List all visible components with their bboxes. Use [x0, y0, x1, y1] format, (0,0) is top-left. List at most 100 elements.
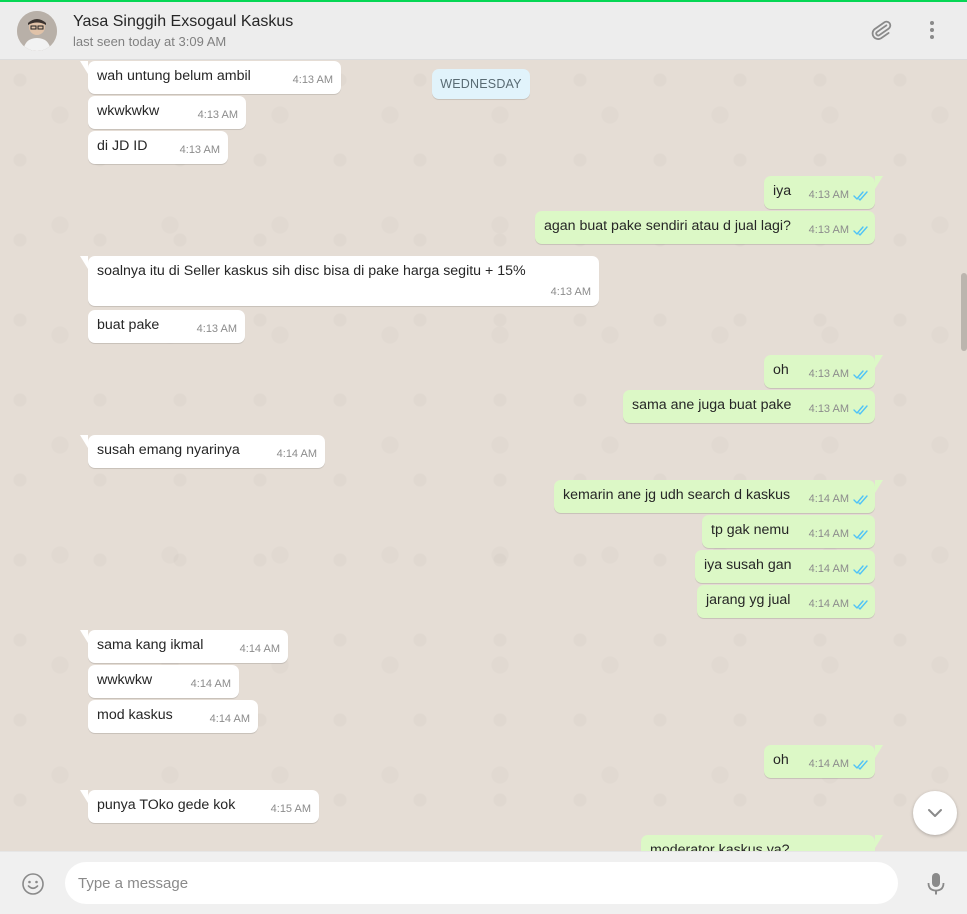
- double-check-icon: [853, 529, 869, 540]
- outgoing-message[interactable]: moderator kaskus ya?: [641, 835, 883, 851]
- message-text: soalnya itu di Seller kaskus sih disc bi…: [97, 263, 526, 279]
- message-time: 4:14 AM: [808, 493, 849, 505]
- message-text: iya susah gan: [704, 557, 792, 573]
- message-time: 4:13 AM: [808, 189, 849, 201]
- message-time: 4:15 AM: [270, 803, 311, 815]
- message-text: wah untung belum ambil: [97, 68, 251, 84]
- double-check-icon: [853, 564, 869, 575]
- double-check-icon: [853, 759, 869, 770]
- message-meta: 4:13 AM: [809, 365, 869, 384]
- message-text: sama ane juga buat pake: [632, 397, 792, 413]
- message-text: wkwkwkw: [97, 103, 160, 119]
- outgoing-message[interactable]: iya susah gan 4:14 AM: [695, 550, 875, 583]
- incoming-message[interactable]: punya TOko gede kok 4:15 AM: [80, 790, 319, 823]
- avatar[interactable]: [17, 11, 57, 51]
- incoming-message[interactable]: wwkwkw 4:14 AM: [88, 665, 239, 698]
- message-time: 4:14 AM: [808, 528, 849, 540]
- bubble-tail: [80, 435, 88, 448]
- message-text: susah emang nyarinya: [97, 442, 240, 458]
- scroll-to-bottom-button[interactable]: [913, 791, 957, 835]
- outgoing-message[interactable]: sama ane juga buat pake 4:13 AM: [623, 390, 875, 423]
- message-time: 4:14 AM: [808, 563, 849, 575]
- outgoing-message[interactable]: iya 4:13 AM: [764, 176, 883, 209]
- message-meta: 4:15 AM: [271, 800, 311, 819]
- message-time: 4:13 AM: [196, 323, 237, 335]
- bubble-tail: [875, 835, 883, 848]
- incoming-message[interactable]: wah untung belum ambil 4:13 AM: [80, 61, 341, 94]
- message-meta: 4:13 AM: [809, 221, 869, 240]
- message-text: di JD ID: [97, 138, 148, 154]
- bubble-tail: [875, 176, 883, 189]
- bubble-tail: [80, 61, 88, 74]
- message-meta: 4:14 AM: [210, 710, 250, 729]
- bubble-tail: [80, 630, 88, 643]
- double-check-icon: [853, 225, 869, 236]
- double-check-icon: [853, 190, 869, 201]
- contact-name[interactable]: Yasa Singgih Exsogaul Kaskus: [73, 13, 293, 31]
- message-meta: 4:14 AM: [809, 525, 869, 544]
- scrollbar[interactable]: [961, 273, 967, 351]
- menu-dots-icon[interactable]: [920, 18, 944, 42]
- outgoing-message[interactable]: oh 4:14 AM: [764, 745, 883, 778]
- incoming-message[interactable]: mod kaskus 4:14 AM: [88, 700, 258, 733]
- message-text: moderator kaskus ya?: [650, 842, 790, 851]
- message-time: 4:14 AM: [190, 678, 231, 690]
- message-meta: 4:13 AM: [809, 186, 869, 205]
- message-text: buat pake: [97, 317, 160, 333]
- microphone-icon[interactable]: [924, 871, 948, 897]
- outgoing-message[interactable]: tp gak nemu 4:14 AM: [702, 515, 875, 548]
- message-list[interactable]: WEDNESDAY wah untung belum ambil 4:13 AM w…: [0, 60, 967, 851]
- message-meta: 4:13 AM: [293, 71, 333, 90]
- incoming-message[interactable]: di JD ID 4:13 AM: [88, 131, 228, 164]
- message-text: jarang yg jual: [706, 592, 791, 608]
- message-time: 4:14 AM: [808, 598, 849, 610]
- composer: [0, 851, 967, 914]
- message-text: wwkwkw: [97, 672, 153, 688]
- message-time: 4:14 AM: [209, 713, 250, 725]
- outgoing-message[interactable]: kemarin ane jg udh search d kaskus 4:14 A…: [554, 480, 883, 513]
- incoming-message[interactable]: buat pake 4:13 AM: [88, 310, 245, 343]
- message-time: 4:13 AM: [550, 286, 591, 298]
- message-meta: 4:13 AM: [198, 106, 238, 125]
- outgoing-message[interactable]: agan buat pake sendiri atau d jual lagi?…: [535, 211, 875, 244]
- incoming-message[interactable]: wkwkwkw 4:13 AM: [88, 96, 246, 129]
- message-time: 4:13 AM: [808, 224, 849, 236]
- double-check-icon: [853, 599, 869, 610]
- message-meta: 4:13 AM: [551, 283, 591, 302]
- message-meta: 4:14 AM: [240, 640, 280, 659]
- message-text: oh: [773, 752, 789, 768]
- message-meta: 4:14 AM: [809, 490, 869, 509]
- incoming-message[interactable]: soalnya itu di Seller kaskus sih disc bi…: [80, 256, 599, 306]
- message-time: 4:14 AM: [276, 448, 317, 460]
- message-meta: 4:14 AM: [809, 560, 869, 579]
- chevron-down-icon: [928, 809, 942, 817]
- message-time: 4:13 AM: [808, 403, 849, 415]
- message-meta: 4:14 AM: [191, 675, 231, 694]
- emoji-icon[interactable]: [21, 872, 45, 896]
- incoming-message[interactable]: sama kang ikmal 4:14 AM: [80, 630, 288, 663]
- message-text: mod kaskus: [97, 707, 173, 723]
- incoming-message[interactable]: susah emang nyarinya 4:14 AM: [80, 435, 325, 468]
- chat-header: Yasa Singgih Exsogaul Kaskus last seen t…: [0, 2, 967, 60]
- message-text: tp gak nemu: [711, 522, 790, 538]
- message-text: iya: [773, 183, 792, 199]
- outgoing-message[interactable]: jarang yg jual 4:14 AM: [697, 585, 875, 618]
- bubble-tail: [875, 355, 883, 368]
- message-input[interactable]: [65, 862, 898, 904]
- outgoing-message[interactable]: oh 4:13 AM: [764, 355, 883, 388]
- message-text: agan buat pake sendiri atau d jual lagi?: [544, 218, 791, 234]
- double-check-icon: [853, 404, 869, 415]
- paperclip-icon[interactable]: [869, 18, 893, 42]
- message-text: sama kang ikmal: [97, 637, 204, 653]
- message-time: 4:13 AM: [292, 74, 333, 86]
- double-check-icon: [853, 494, 869, 505]
- date-divider: WEDNESDAY: [432, 69, 530, 99]
- contact-last-seen: last seen today at 3:09 AM: [73, 34, 227, 49]
- message-meta: 4:14 AM: [809, 595, 869, 614]
- message-time: 4:13 AM: [179, 144, 220, 156]
- bubble-tail: [875, 745, 883, 758]
- double-check-icon: [853, 369, 869, 380]
- message-meta: 4:13 AM: [809, 400, 869, 419]
- message-time: 4:13 AM: [808, 368, 849, 380]
- message-text: oh: [773, 362, 789, 378]
